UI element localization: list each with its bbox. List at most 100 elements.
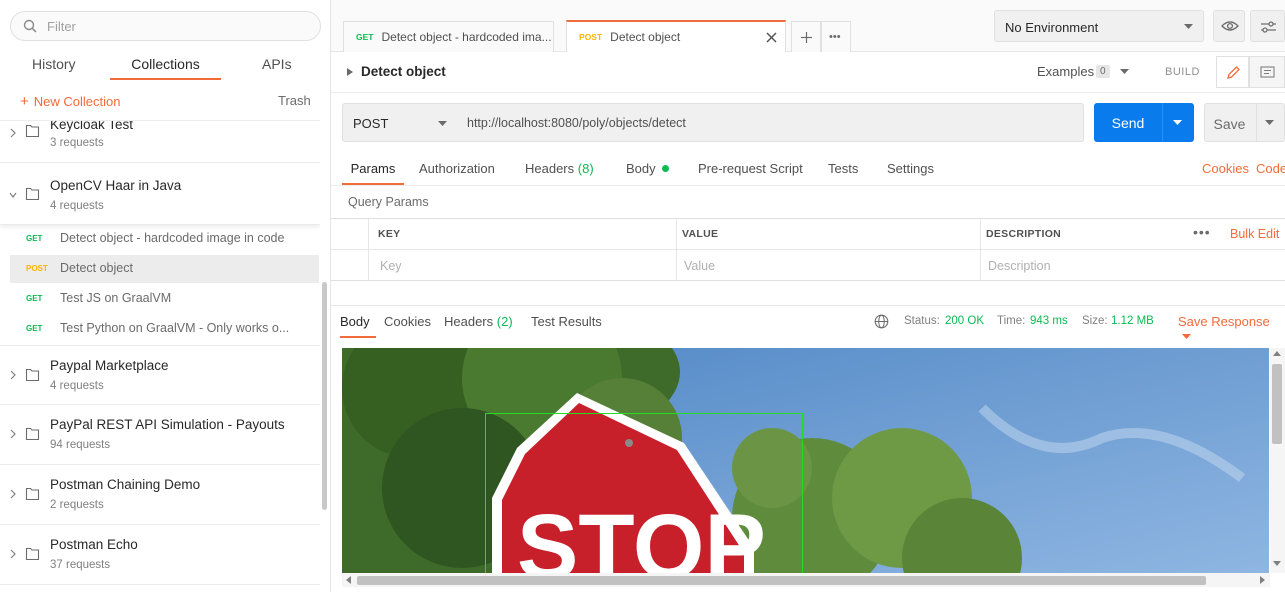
new-collection-label: New Collection (33, 94, 121, 109)
size-label: Size: (1082, 315, 1108, 327)
method-select[interactable]: POST (342, 103, 458, 142)
environment-quick-look-button[interactable] (1213, 10, 1245, 42)
request-item[interactable]: GET Detect object - hardcoded image in c… (10, 225, 319, 253)
request-item-selected[interactable]: POST Detect object (10, 255, 319, 283)
request-item[interactable]: GET Test Python on GraalVM - Only works … (10, 315, 319, 343)
tab-collections[interactable]: Collections (110, 56, 221, 80)
response-tab-cookies[interactable]: Cookies (384, 314, 431, 338)
divider (331, 249, 1285, 250)
collection-opencv-haar[interactable]: OpenCV Haar in Java 4 requests (0, 165, 320, 225)
bulk-edit-link[interactable]: Bulk Edit (1230, 227, 1279, 241)
body-dot-icon (662, 165, 670, 172)
collection-paypal-rest[interactable]: PayPal REST API Simulation - Payouts 94 … (0, 405, 320, 465)
manage-environments-button[interactable] (1250, 10, 1285, 42)
save-response-button[interactable]: Save Response (1178, 314, 1285, 344)
sidebar-scrollbar[interactable] (322, 282, 327, 510)
vertical-scroll-thumb[interactable] (1272, 364, 1282, 444)
key-input[interactable]: Key (380, 259, 402, 273)
request-item[interactable]: GET Test JS on GraalVM (10, 285, 319, 313)
tab-settings[interactable]: Settings (887, 161, 934, 185)
collection-postman-chaining[interactable]: Postman Chaining Demo 2 requests (0, 465, 320, 525)
caret-down-icon (1184, 24, 1193, 29)
divider (676, 219, 677, 281)
response-tab-headers[interactable]: Headers (2) (444, 314, 513, 338)
caret-down-icon[interactable] (1120, 69, 1129, 75)
more-tabs-button[interactable]: ••• (821, 21, 851, 52)
code-link[interactable]: Code (1256, 161, 1285, 176)
more-options-icon[interactable]: ••• (1193, 224, 1211, 240)
collection-count: 94 requests (50, 439, 111, 451)
value-input[interactable]: Value (684, 259, 715, 273)
filter-box[interactable] (10, 11, 321, 41)
chevron-right-icon (10, 429, 16, 439)
tab-label: Detect object (610, 30, 681, 44)
collection-keycloak-test[interactable]: Keycloak Test 3 requests (0, 121, 320, 163)
request-name: Detect object - hardcoded image in code (60, 231, 285, 245)
scroll-left-icon[interactable] (346, 576, 352, 584)
divider (368, 219, 369, 281)
scroll-down-icon[interactable] (1273, 561, 1281, 567)
environment-select[interactable]: No Environment (994, 10, 1204, 42)
new-tab-button[interactable] (791, 21, 821, 52)
request-name: Detect object (60, 261, 133, 275)
collection-postman-echo[interactable]: Postman Echo 37 requests (0, 525, 320, 585)
tab-tests[interactable]: Tests (828, 161, 858, 185)
collection-count: 37 requests (50, 559, 111, 571)
query-params-table: KEY VALUE DESCRIPTION Key Value Descript… (331, 218, 1285, 281)
folder-icon (25, 187, 40, 201)
globe-icon[interactable] (874, 314, 889, 329)
response-tab-body[interactable]: Body (340, 314, 376, 338)
cookies-link[interactable]: Cookies (1202, 161, 1249, 176)
description-input[interactable]: Description (988, 259, 1051, 273)
caret-down-icon (438, 121, 447, 126)
url-input[interactable] (467, 115, 1067, 130)
stop-sign-text: STOP (517, 496, 766, 573)
build-label: BUILD (1165, 66, 1200, 78)
request-name: Test Python on GraalVM - Only works o... (60, 321, 290, 335)
tab-params[interactable]: Params (342, 161, 404, 185)
time-label: Time: (997, 315, 1026, 327)
documentation-mode-button[interactable] (1249, 56, 1285, 88)
request-tab[interactable]: GET Detect object - hardcoded ima... (343, 21, 554, 52)
folder-icon (25, 124, 40, 138)
folder-icon (25, 368, 40, 382)
caret-right-icon[interactable] (347, 68, 353, 76)
divider (331, 305, 1285, 306)
tab-history[interactable]: History (32, 56, 76, 80)
method-badge: GET (26, 294, 43, 303)
send-button[interactable]: Send (1094, 103, 1194, 142)
trash-button[interactable]: Trash (278, 93, 311, 108)
method-badge: GET (26, 234, 43, 243)
request-name: Test JS on GraalVM (60, 291, 172, 305)
scroll-up-icon[interactable] (1273, 351, 1281, 357)
filter-input[interactable] (47, 18, 307, 34)
tab-body[interactable]: Body (626, 161, 670, 185)
request-tab-active[interactable]: POST Detect object (566, 20, 786, 52)
url-bar[interactable] (457, 103, 1084, 142)
eye-icon (1221, 21, 1239, 31)
folder-icon (25, 487, 40, 501)
headers-count: (8) (577, 161, 594, 176)
scroll-right-icon[interactable] (1260, 576, 1266, 584)
plus-icon: + (20, 93, 29, 110)
horizontal-scroll-thumb[interactable] (357, 576, 1206, 585)
tab-prerequest-script[interactable]: Pre-request Script (698, 161, 803, 185)
build-mode-button[interactable] (1216, 56, 1249, 88)
tab-headers[interactable]: Headers (8) (525, 161, 594, 185)
status-label: Status: (904, 315, 940, 327)
caret-down-icon[interactable] (1173, 120, 1182, 126)
caret-down-icon[interactable] (1265, 120, 1274, 126)
new-collection-button[interactable]: + New Collection (20, 93, 120, 110)
examples-dropdown[interactable]: Examples (1037, 64, 1094, 79)
tab-apis[interactable]: APIs (262, 56, 292, 80)
method-badge: POST (579, 32, 603, 42)
collection-paypal-marketplace[interactable]: Paypal Marketplace 4 requests (0, 345, 320, 405)
tab-authorization[interactable]: Authorization (419, 161, 495, 185)
collection-name: OpenCV Haar in Java (50, 178, 182, 193)
response-tab-test-results[interactable]: Test Results (531, 314, 602, 338)
chevron-right-icon (10, 370, 16, 380)
tab-body-label: Body (626, 161, 656, 176)
close-icon[interactable] (766, 32, 777, 43)
folder-icon (25, 427, 40, 441)
save-button[interactable]: Save (1204, 103, 1285, 142)
